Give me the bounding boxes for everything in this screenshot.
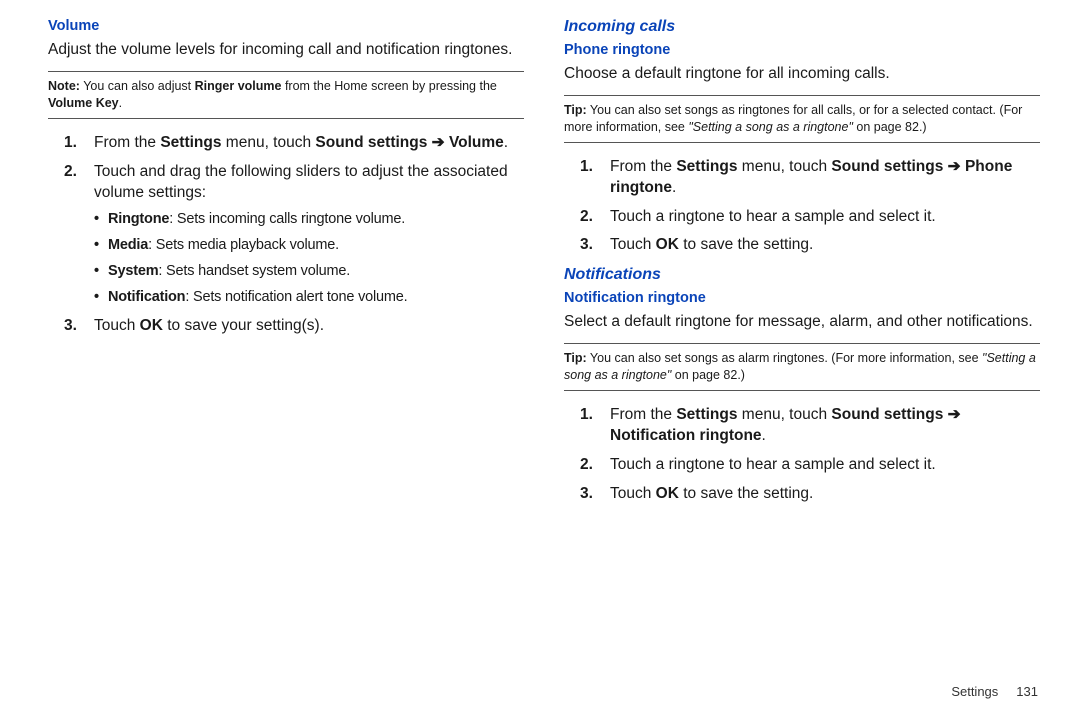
- heading-notifications: Notifications: [564, 266, 1040, 284]
- bullet-text: : Sets media playback volume.: [148, 237, 339, 253]
- step-text: From the: [610, 158, 676, 175]
- arrow-icon: ➔: [948, 406, 961, 423]
- step-bold: OK: [656, 236, 679, 253]
- note-label: Note:: [48, 79, 80, 93]
- page-content: Volume Adjust the volume levels for inco…: [0, 0, 1080, 680]
- note-text-2: from the Home screen by pressing the: [281, 79, 496, 93]
- tip-callout-1: Tip: You can also set songs as ringtones…: [564, 95, 1040, 143]
- volume-bullets: Ringtone: Sets incoming calls ringtone v…: [48, 209, 524, 308]
- phone-ringtone-steps: From the Settings menu, touch Sound sett…: [564, 157, 1040, 257]
- step-text: to save the setting.: [679, 236, 813, 253]
- bullet-item: Media: Sets media playback volume.: [48, 235, 524, 257]
- footer-section: Settings: [951, 684, 998, 699]
- volume-intro: Adjust the volume levels for incoming ca…: [48, 40, 524, 61]
- step-text: menu, touch: [221, 134, 315, 151]
- step-text: Touch and drag the following sliders to …: [94, 163, 508, 201]
- tip-text: on page 82.): [853, 120, 927, 134]
- tip-text: on page 82.): [671, 368, 745, 382]
- step-text: .: [762, 427, 766, 444]
- page-footer: Settings 131: [0, 680, 1080, 699]
- step-bold: Sound settings: [315, 134, 431, 151]
- heading-phone-ringtone: Phone ringtone: [564, 42, 1040, 58]
- step-bold: OK: [140, 317, 163, 334]
- bullet-text: : Sets incoming calls ringtone volume.: [169, 211, 405, 227]
- step-item: Touch a ringtone to hear a sample and se…: [564, 455, 1040, 476]
- step-text: From the: [94, 134, 160, 151]
- bullet-item: Notification: Sets notification alert to…: [48, 287, 524, 309]
- heading-notification-ringtone: Notification ringtone: [564, 290, 1040, 306]
- step-text: to save your setting(s).: [163, 317, 324, 334]
- step-text: From the: [610, 406, 676, 423]
- tip-italic-ref: "Setting a song as a ringtone": [688, 120, 853, 134]
- step-item: Touch and drag the following sliders to …: [48, 162, 524, 309]
- step-bold: Notification ringtone: [610, 427, 762, 444]
- bullet-text: : Sets notification alert tone volume.: [185, 289, 407, 305]
- bullet-item: Ringtone: Sets incoming calls ringtone v…: [48, 209, 524, 231]
- step-item: Touch OK to save your setting(s).: [48, 316, 524, 337]
- step-item: Touch OK to save the setting.: [564, 235, 1040, 256]
- note-text-3: .: [119, 96, 122, 110]
- bullet-text: : Sets handset system volume.: [158, 263, 350, 279]
- step-text: menu, touch: [737, 406, 831, 423]
- step-item: From the Settings menu, touch Sound sett…: [564, 157, 1040, 199]
- step-item: Touch a ringtone to hear a sample and se…: [564, 207, 1040, 228]
- step-bold: OK: [656, 485, 679, 502]
- right-column: Incoming calls Phone ringtone Choose a d…: [544, 18, 1040, 680]
- bullet-bold: Notification: [108, 289, 185, 305]
- bullet-bold: System: [108, 263, 158, 279]
- tip-label: Tip:: [564, 351, 587, 365]
- step-bold: Sound settings: [831, 406, 947, 423]
- notification-ringtone-intro: Select a default ringtone for message, a…: [564, 312, 1040, 333]
- step-bold: Sound settings: [831, 158, 947, 175]
- note-callout: Note: You can also adjust Ringer volume …: [48, 71, 524, 119]
- tip-callout-2: Tip: You can also set songs as alarm rin…: [564, 343, 1040, 391]
- arrow-icon: ➔: [432, 134, 445, 151]
- heading-incoming-calls: Incoming calls: [564, 18, 1040, 36]
- step-bold: Volume: [445, 134, 504, 151]
- bullet-item: System: Sets handset system volume.: [48, 261, 524, 283]
- notification-ringtone-steps: From the Settings menu, touch Sound sett…: [564, 405, 1040, 505]
- step-text: .: [672, 179, 676, 196]
- step-bold: Settings: [160, 134, 221, 151]
- note-bold-2: Volume Key: [48, 96, 119, 110]
- left-column: Volume Adjust the volume levels for inco…: [48, 18, 544, 680]
- step-text: Touch: [610, 236, 656, 253]
- step-item: From the Settings menu, touch Sound sett…: [564, 405, 1040, 447]
- tip-text: You can also set songs as alarm ringtone…: [587, 351, 982, 365]
- bullet-bold: Ringtone: [108, 211, 169, 227]
- tip-label: Tip:: [564, 103, 587, 117]
- bullet-bold: Media: [108, 237, 148, 253]
- step-bold: Settings: [676, 158, 737, 175]
- step-text: Touch a ringtone to hear a sample and se…: [610, 208, 936, 225]
- step-text: Touch a ringtone to hear a sample and se…: [610, 456, 936, 473]
- step-text: .: [504, 134, 508, 151]
- step-text: Touch: [94, 317, 140, 334]
- step-text: menu, touch: [737, 158, 831, 175]
- volume-steps: From the Settings menu, touch Sound sett…: [48, 133, 524, 338]
- footer-page-number: 131: [1016, 684, 1038, 699]
- note-bold-1: Ringer volume: [195, 79, 282, 93]
- step-text: Touch: [610, 485, 656, 502]
- heading-volume: Volume: [48, 18, 524, 34]
- phone-ringtone-intro: Choose a default ringtone for all incomi…: [564, 64, 1040, 85]
- step-text: to save the setting.: [679, 485, 813, 502]
- step-item: From the Settings menu, touch Sound sett…: [48, 133, 524, 154]
- step-item: Touch OK to save the setting.: [564, 484, 1040, 505]
- arrow-icon: ➔: [948, 158, 961, 175]
- step-bold: Settings: [676, 406, 737, 423]
- note-text-1: You can also adjust: [80, 79, 195, 93]
